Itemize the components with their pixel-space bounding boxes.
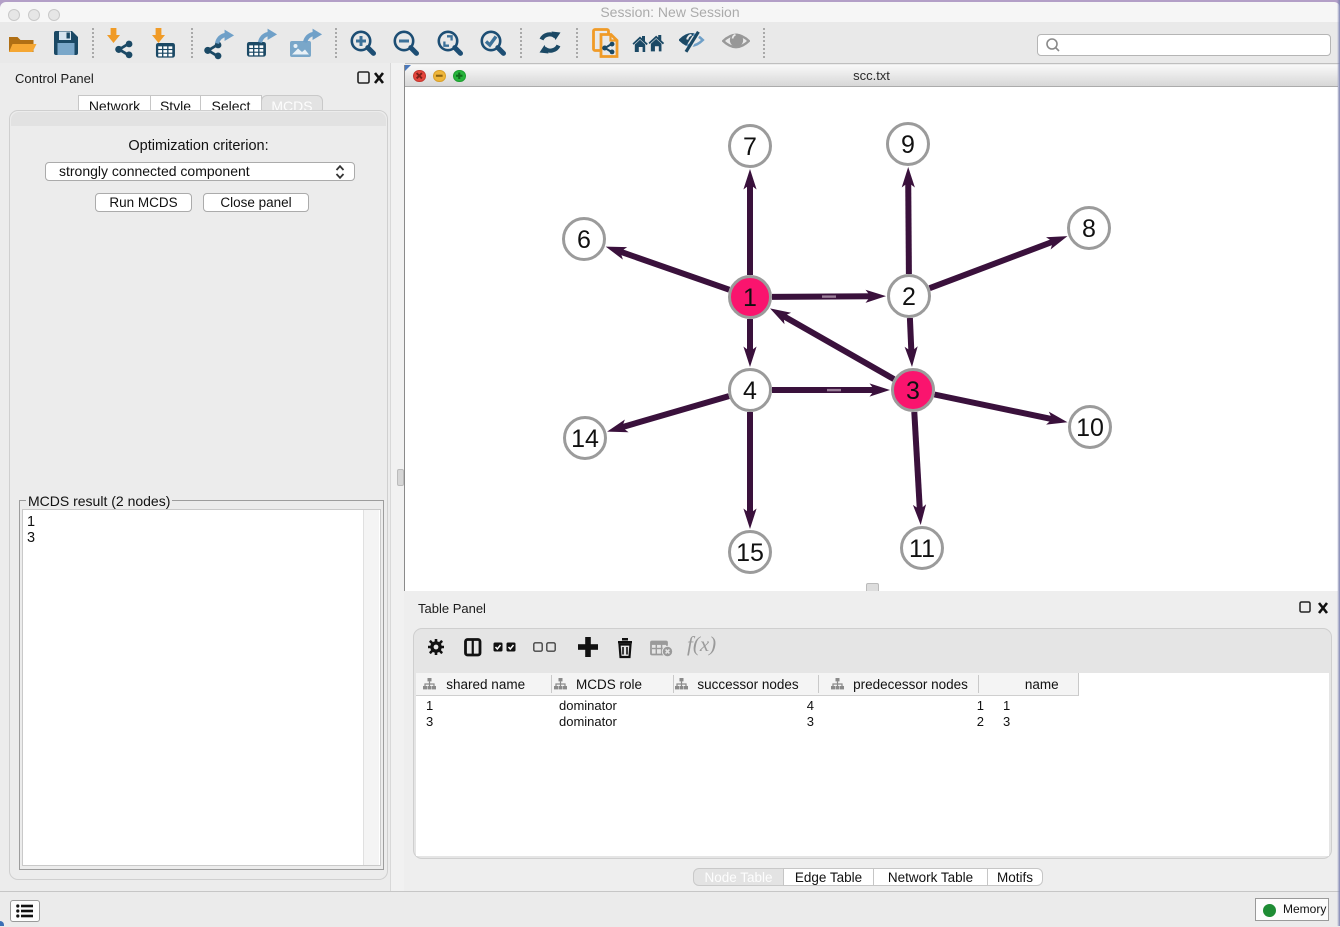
- svg-text:3: 3: [906, 377, 920, 405]
- svg-text:7: 7: [743, 133, 757, 161]
- svg-text:9: 9: [901, 131, 915, 159]
- svg-text:11: 11: [909, 535, 935, 563]
- svg-text:14: 14: [571, 425, 599, 453]
- svg-text:15: 15: [736, 539, 764, 567]
- svg-text:1: 1: [743, 284, 757, 312]
- svg-text:4: 4: [743, 377, 757, 405]
- svg-text:2: 2: [902, 283, 916, 311]
- svg-text:8: 8: [1082, 215, 1096, 243]
- svg-text:10: 10: [1076, 414, 1104, 442]
- svg-text:6: 6: [577, 226, 591, 254]
